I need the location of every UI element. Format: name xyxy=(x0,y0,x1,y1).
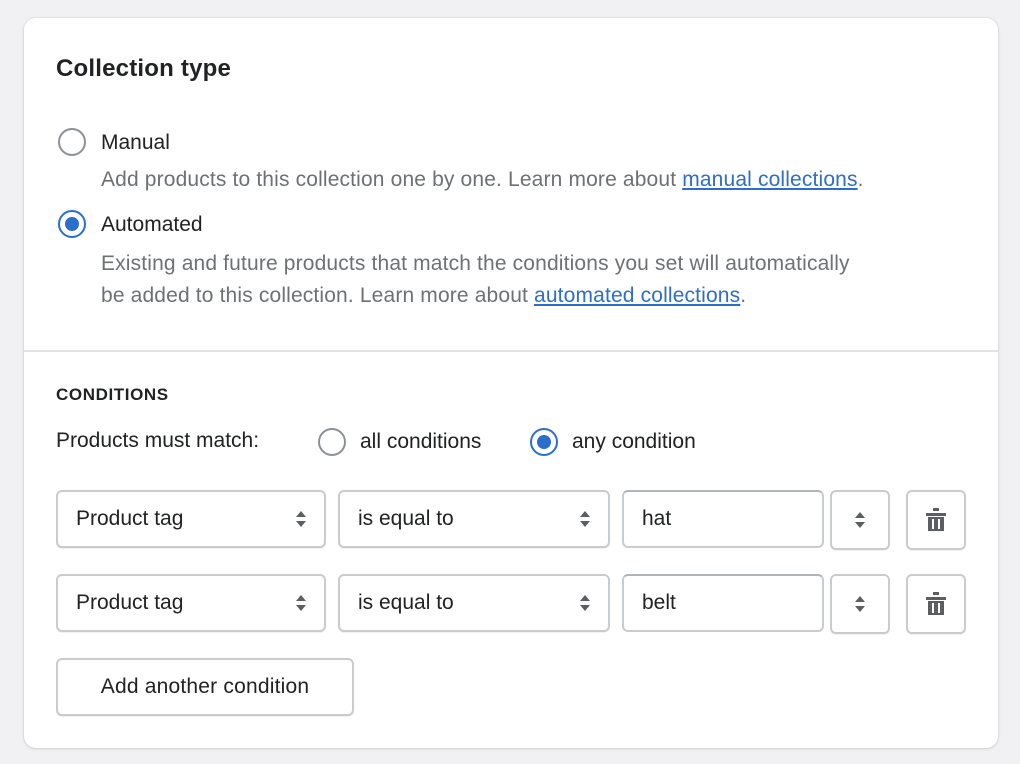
automated-radio[interactable] xyxy=(58,210,86,238)
chevron-up-down-icon xyxy=(296,593,306,613)
automated-help-line2: be added to this collection. Learn more … xyxy=(101,284,535,307)
automated-help-line1: Existing and future products that match … xyxy=(101,252,850,275)
section-divider xyxy=(24,350,998,352)
manual-radio[interactable] xyxy=(58,128,86,156)
automated-help-suffix: . xyxy=(740,284,747,307)
condition-1-value-stepper[interactable] xyxy=(830,490,890,550)
chevron-up-down-icon xyxy=(580,593,590,613)
all-conditions-radio[interactable] xyxy=(318,428,346,456)
condition-1-value-input[interactable] xyxy=(622,490,824,548)
add-another-condition-button[interactable]: Add another condition xyxy=(56,658,354,716)
all-conditions-label[interactable]: all conditions xyxy=(360,430,481,454)
condition-2-value-stepper[interactable] xyxy=(830,574,890,634)
condition-1-field-select[interactable]: Product tag xyxy=(56,490,326,548)
condition-1-operator-select[interactable]: is equal to xyxy=(338,490,610,548)
manual-label[interactable]: Manual xyxy=(101,131,170,155)
chevron-up-down-icon xyxy=(296,509,306,529)
condition-2-operator-select[interactable]: is equal to xyxy=(338,574,610,632)
collection-type-section: Collection type Manual Add products to t… xyxy=(24,18,998,351)
condition-1-field-value: Product tag xyxy=(76,507,184,530)
match-label: Products must match: xyxy=(56,429,260,452)
collection-type-card: Collection type Manual Add products to t… xyxy=(24,18,998,748)
conditions-heading: CONDITIONS xyxy=(56,385,169,404)
condition-1-delete-button[interactable] xyxy=(906,490,966,550)
manual-help-text: Add products to this collection one by o… xyxy=(101,164,864,196)
condition-2-field-value: Product tag xyxy=(76,591,184,614)
chevron-up-down-icon xyxy=(855,594,865,614)
condition-2-operator-value: is equal to xyxy=(358,591,454,614)
automated-help-text: Existing and future products that match … xyxy=(101,248,850,312)
condition-1-operator-value: is equal to xyxy=(358,507,454,530)
trash-icon xyxy=(926,508,946,531)
condition-2-delete-button[interactable] xyxy=(906,574,966,634)
condition-2-field-select[interactable]: Product tag xyxy=(56,574,326,632)
chevron-up-down-icon xyxy=(580,509,590,529)
manual-collections-link[interactable]: manual collections xyxy=(682,168,857,191)
manual-help-body: Add products to this collection one by o… xyxy=(101,168,683,191)
any-condition-label[interactable]: any condition xyxy=(572,430,696,454)
automated-collections-link[interactable]: automated collections xyxy=(534,284,740,307)
any-condition-radio[interactable] xyxy=(530,428,558,456)
manual-help-suffix: . xyxy=(857,168,864,191)
automated-label[interactable]: Automated xyxy=(101,213,203,237)
trash-icon xyxy=(926,592,946,615)
condition-2-value-input[interactable] xyxy=(622,574,824,632)
card-title: Collection type xyxy=(56,55,232,82)
chevron-up-down-icon xyxy=(855,510,865,530)
